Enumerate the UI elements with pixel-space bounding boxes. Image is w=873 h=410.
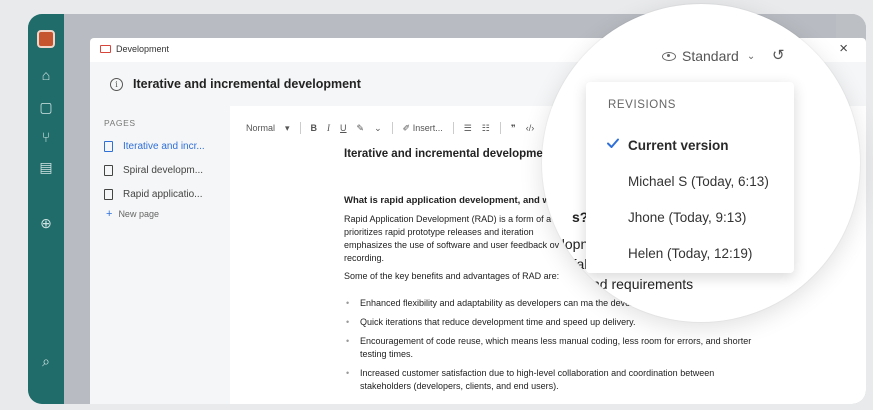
home-icon[interactable]: ⌂ [37, 66, 55, 84]
toolbar-divider [391, 122, 393, 134]
revision-label: Michael S (Today, 6:13) [628, 173, 769, 189]
close-icon[interactable]: × [839, 41, 848, 56]
document-icon [104, 140, 113, 152]
sidebar-item-rapid[interactable]: Rapid applicatio... [104, 184, 230, 204]
revisions-dropdown: REVISIONS Current version Michael S (Tod… [586, 82, 794, 273]
background-text: rfal [568, 256, 588, 272]
bold-button[interactable]: B [311, 123, 318, 133]
editor-toolbar: Normal ▾ B I U ✎ ⌄ ✐ Insert... ☰ ☷ ❞ ‹/› [246, 120, 534, 136]
revisions-heading: REVISIONS [608, 99, 677, 111]
info-icon[interactable]: i [110, 77, 123, 91]
sidebar-item-label: Spiral developm... [123, 164, 204, 176]
bullet-list-icon[interactable]: ☰ [464, 123, 472, 134]
insert-menu-button[interactable]: ✐ Insert... [403, 123, 443, 134]
list-item: Encouragement of code reuse, which means… [344, 335, 764, 361]
sidebar-item-label: Rapid applicatio... [123, 188, 203, 200]
branch-icon[interactable]: ⑂ [37, 128, 55, 146]
revision-item[interactable]: Helen (Today, 12:19) [586, 235, 794, 271]
view-mode-select[interactable]: Standard ⌄ [662, 48, 755, 64]
pages-sidebar: PAGES Iterative and incr... Spiral devel… [90, 106, 230, 404]
history-icon[interactable]: ↺ [772, 46, 785, 64]
workspace-avatar[interactable] [37, 30, 55, 48]
revision-label: Current version [628, 137, 729, 153]
eye-icon [662, 51, 676, 61]
page-title: Iterative and incremental development [133, 77, 361, 91]
revision-item[interactable]: Jhone (Today, 9:13) [586, 199, 794, 235]
chevron-down-icon[interactable]: ▾ [285, 123, 290, 134]
view-mode-label: Standard [682, 48, 739, 64]
new-page-label: New page [118, 209, 159, 219]
list-item: Increased customer satisfaction due to h… [344, 367, 764, 393]
sidebar-item-spiral[interactable]: Spiral developm... [104, 160, 230, 180]
toolbar-divider [452, 122, 454, 134]
sidebar-item-iterative[interactable]: Iterative and incr... [104, 136, 230, 156]
search-icon[interactable]: ⌕ [37, 352, 55, 370]
numbered-list-icon[interactable]: ☷ [482, 123, 490, 134]
revision-label: Helen (Today, 12:19) [628, 245, 753, 261]
paragraph: Some of the key benefits and advantages … [344, 271, 560, 281]
document-icon [104, 164, 113, 176]
briefcase-icon[interactable]: ▢ [37, 98, 55, 116]
plus-icon: + [106, 208, 113, 220]
check-icon [607, 138, 619, 148]
document-icon [104, 188, 113, 200]
background-text: nd requirements [592, 276, 694, 292]
chat-icon[interactable]: ▤ [37, 158, 55, 176]
code-icon[interactable]: ‹/› [526, 123, 535, 133]
chevron-down-icon[interactable]: ⌄ [374, 123, 382, 134]
zoom-callout: Standard ⌄ ↺ s? elopn rfal nd requiremen… [542, 4, 860, 322]
revision-item-current[interactable]: Current version [586, 127, 794, 163]
sidebar-item-label: Iterative and incr... [123, 140, 205, 152]
new-page-button[interactable]: + New page [104, 208, 230, 220]
underline-button[interactable]: U [340, 123, 347, 133]
text-style-select[interactable]: Normal [246, 123, 275, 133]
quote-icon[interactable]: ❞ [511, 123, 516, 134]
highlight-icon[interactable]: ✎ [357, 123, 365, 134]
background-text: elopn [554, 236, 589, 252]
left-rail: ⌂ ▢ ⑂ ▤ ⊕ ⌕ [28, 14, 64, 404]
folder-icon [100, 45, 111, 53]
revision-item[interactable]: Michael S (Today, 6:13) [586, 163, 794, 199]
italic-button[interactable]: I [327, 123, 330, 133]
pages-heading: PAGES [104, 118, 136, 128]
toolbar-divider [299, 122, 301, 134]
revision-label: Jhone (Today, 9:13) [628, 209, 747, 225]
chevron-down-icon: ⌄ [746, 50, 756, 62]
toolbar-divider [499, 122, 501, 134]
paragraph: Rapid Application Development (RAD) is a… [344, 214, 569, 263]
breadcrumb-label[interactable]: Development [116, 44, 169, 54]
insert-label: Insert... [412, 122, 443, 133]
add-circle-icon[interactable]: ⊕ [37, 214, 55, 232]
